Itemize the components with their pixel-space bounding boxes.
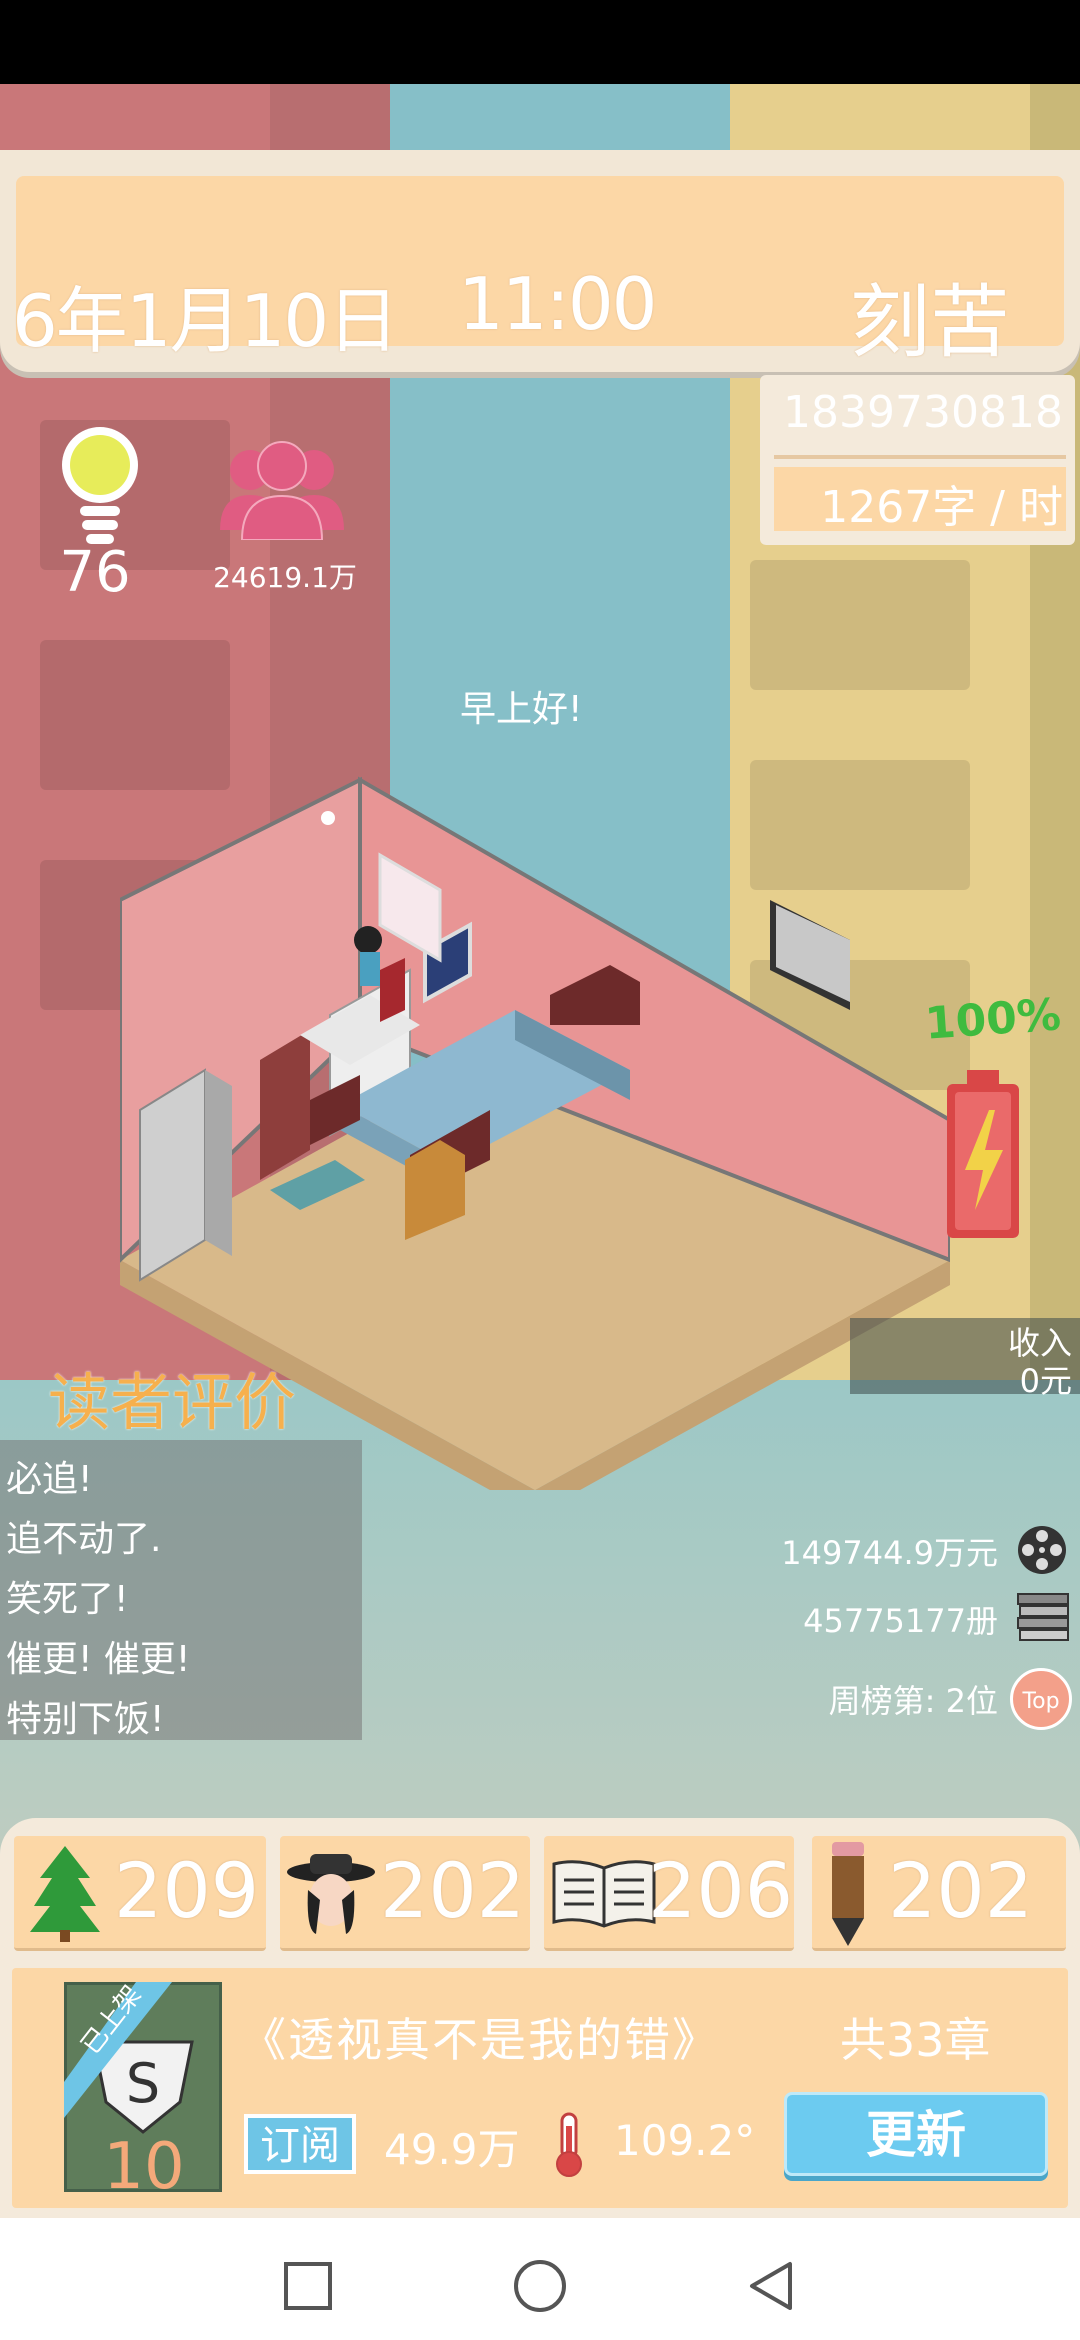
lightbulb-icon[interactable] [50, 420, 150, 560]
battery-percent: 100% [923, 989, 1063, 1050]
tree-icon [30, 1846, 100, 1942]
svg-text:10: 10 [103, 2130, 184, 2192]
heat-value: 109.2° [614, 2116, 756, 2165]
home-icon[interactable] [512, 2258, 568, 2314]
divider [774, 455, 1066, 459]
update-button[interactable]: 更新 [784, 2092, 1048, 2176]
top-rank-badge[interactable]: Top [1010, 1668, 1072, 1730]
open-book-icon [552, 1860, 656, 1928]
attribute-card-2[interactable]: 206 [544, 1836, 794, 1951]
income-value: 0元 [1019, 1362, 1072, 1400]
fans-value: 24619.1万 [213, 561, 357, 594]
work-mode[interactable]: 刻苦 [850, 258, 1010, 374]
attribute-value: 206 [648, 1846, 794, 1935]
attribute-value: 202 [380, 1846, 526, 1935]
game-date: 6年1月10日 [12, 279, 399, 363]
game-time: 11:00 [458, 262, 657, 346]
status-bar [0, 0, 1080, 84]
review-item: 追不动了. [6, 1519, 162, 1560]
weekly-rank: 周榜第: 2位 [828, 1682, 998, 1720]
book-cover[interactable]: S 已上架 10 [64, 1982, 222, 2192]
total-books: 45775177册 [803, 1602, 998, 1640]
book-stack-icon[interactable] [1016, 1590, 1070, 1642]
review-item: 催更! 催更! [6, 1639, 191, 1680]
tv-icon[interactable] [770, 900, 850, 1010]
recent-apps-icon[interactable] [280, 2258, 336, 2314]
fans-icon[interactable] [212, 440, 352, 540]
attribute-card-3[interactable]: 202 [812, 1836, 1066, 1951]
review-item: 必追! [6, 1459, 93, 1500]
review-item: 笑死了! [6, 1579, 129, 1620]
svg-text:S: S [126, 2052, 160, 2115]
reviews-list: 必追! 追不动了. 笑死了! 催更! 催更! 特别下饭! [0, 1440, 362, 1740]
greeting-text: 早上好! [460, 689, 583, 730]
word-rate: 1267字 / 时 [820, 482, 1063, 533]
review-item: 特别下饭! [6, 1699, 165, 1740]
subscriber-count: 49.9万 [384, 2125, 520, 2174]
subscribe-label: 订阅 [244, 2114, 356, 2174]
character-icon [287, 1854, 375, 1934]
pencil-icon [832, 1842, 864, 1946]
film-reel-icon[interactable] [1016, 1524, 1068, 1576]
total-sales: 149744.9万元 [781, 1534, 998, 1572]
chapter-count: 共33章 [840, 2013, 991, 2067]
attribute-value: 209 [114, 1846, 260, 1935]
attribute-card-0[interactable]: 209 [14, 1836, 266, 1951]
back-icon[interactable] [744, 2258, 800, 2314]
thermometer-icon [556, 2112, 582, 2177]
attribute-value: 202 [888, 1846, 1034, 1935]
reviews-title: 读者评价 [48, 1366, 297, 1439]
battery-icon[interactable] [945, 1070, 1021, 1240]
money-panel: 1839730818元 1267字 / 时 [760, 375, 1075, 545]
book-title: 《透视真不是我的错》 [240, 2013, 720, 2067]
inspiration-value: 76 [59, 540, 131, 605]
attribute-card-1[interactable]: 202 [280, 1836, 530, 1951]
